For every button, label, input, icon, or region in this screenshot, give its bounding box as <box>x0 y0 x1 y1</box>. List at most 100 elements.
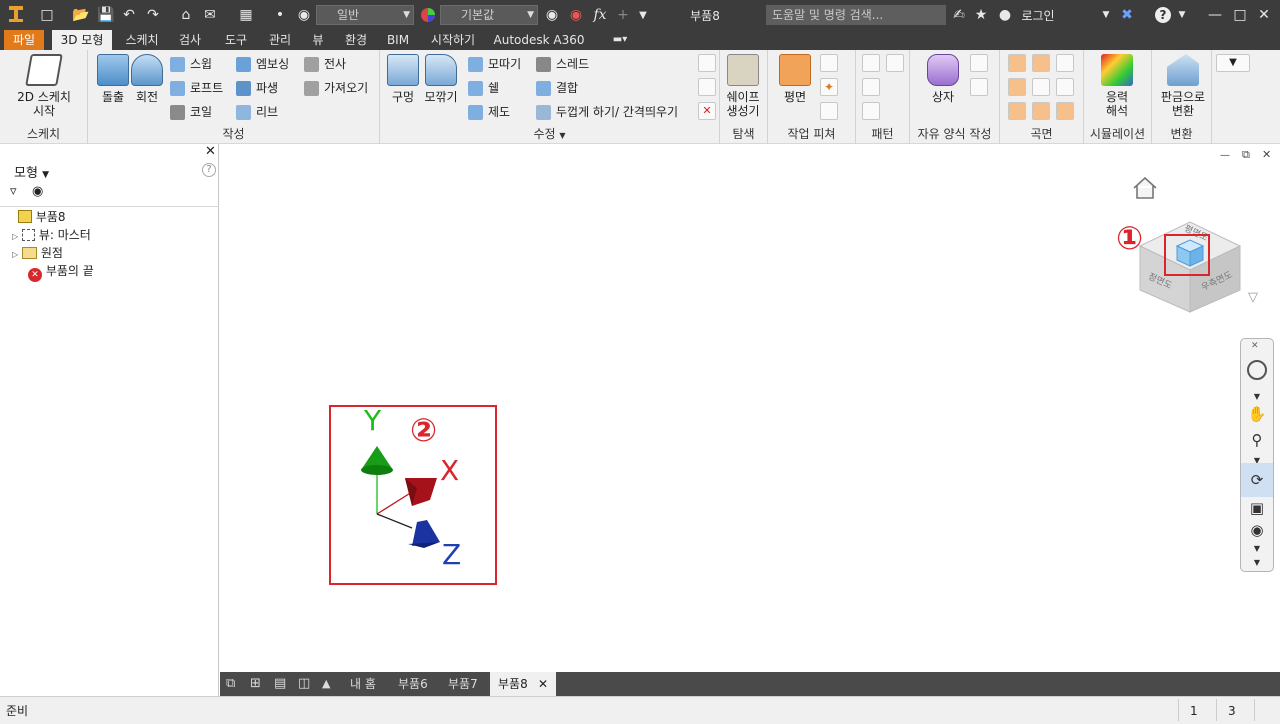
navbar-options-icon[interactable]: ▼ <box>1245 551 1269 573</box>
doc-tab-part6[interactable]: 부품6 <box>390 672 436 696</box>
pan-icon[interactable]: ✋ <box>1245 403 1269 425</box>
expand-icon[interactable]: ▷ <box>12 232 18 241</box>
find-icon[interactable]: ◉ <box>32 184 43 199</box>
ribbon-more-icon[interactable]: ▼ <box>1216 54 1250 72</box>
extend-icon[interactable] <box>1056 78 1074 96</box>
axis-icon[interactable] <box>820 54 838 72</box>
viewport-close-icon[interactable]: ✕ <box>1262 148 1271 161</box>
emboss-button[interactable]: 엠보싱 <box>234 54 289 74</box>
delete-face-icon[interactable]: ✕ <box>698 102 716 120</box>
freeform-convert-icon[interactable] <box>970 78 988 96</box>
satellite-icon[interactable]: ✍ <box>950 5 968 25</box>
star-icon[interactable]: ★ <box>972 5 990 25</box>
tile-grid-icon[interactable]: ⊞ <box>246 672 265 696</box>
help-chevron-icon[interactable]: ▼ <box>1176 5 1188 25</box>
color-wheel-icon[interactable] <box>418 5 438 25</box>
chamfer-button[interactable]: 모따기 <box>466 54 521 74</box>
combine-button[interactable]: 결합 <box>534 78 578 98</box>
orbit-icon[interactable]: ⟳ <box>1241 463 1273 497</box>
tab-getting-started[interactable]: 시작하기 <box>422 30 484 50</box>
sweep-button[interactable]: 스윕 <box>168 54 212 74</box>
minimize-icon[interactable]: — <box>1204 5 1226 25</box>
tab-3d-model[interactable]: 3D 모형 <box>52 30 112 50</box>
close-icon[interactable]: ✕ <box>1254 5 1274 25</box>
fx-icon[interactable]: fx <box>590 5 610 25</box>
start-2d-sketch-button[interactable]: 2D 스케치 시작 <box>10 54 78 118</box>
thread-button[interactable]: 스레드 <box>534 54 589 74</box>
tree-item-view[interactable]: ▷ 뷰: 마스터 <box>12 226 91 244</box>
redo-icon[interactable]: ↷ <box>144 5 162 25</box>
exchange-icon[interactable]: ✖ <box>1118 5 1136 25</box>
browser-help-icon[interactable]: ? <box>202 163 216 177</box>
viewport-restore-icon[interactable]: ⧉ <box>1242 148 1250 162</box>
decal-button[interactable]: 전사 <box>302 54 346 74</box>
doc-tab-part7[interactable]: 부품7 <box>440 672 486 696</box>
sketch-pattern-icon[interactable] <box>862 102 880 120</box>
graphics-window[interactable]: — ⧉ ✕ 평면도 정면도 우측면도 ① ▽ ② Y X Z <box>220 144 1280 672</box>
derive-button[interactable]: 파생 <box>234 78 278 98</box>
shape-generator-button[interactable]: 쉐이프 생성기 <box>720 54 766 118</box>
sculpt-icon[interactable] <box>1056 54 1074 72</box>
direct-edit-icon[interactable] <box>698 78 716 96</box>
help-search-input[interactable]: 도움말 및 명령 검색... <box>766 5 946 25</box>
freeform-edit-icon[interactable] <box>970 54 988 72</box>
select-icon[interactable]: ▦ <box>236 5 256 25</box>
viewport-minimize-icon[interactable]: — <box>1220 150 1230 161</box>
box-button[interactable]: 상자 <box>920 54 966 104</box>
tab-view[interactable]: 뷰 <box>306 30 330 50</box>
stress-analysis-button[interactable]: 응력 해석 <box>1094 54 1140 118</box>
split-icon[interactable] <box>698 54 716 72</box>
close-tab-icon[interactable]: ✕ <box>538 672 548 696</box>
fillet-button[interactable]: 모깎기 <box>418 54 464 104</box>
revolve-button[interactable]: 회전 <box>124 54 170 104</box>
zoom-icon[interactable]: ⚲ <box>1245 429 1269 451</box>
maximize-icon[interactable]: □ <box>1230 5 1250 25</box>
draft-button[interactable]: 제도 <box>466 102 510 122</box>
import-button[interactable]: 가져오기 <box>302 78 368 98</box>
thicken-button[interactable]: 두껍게 하기/ 간격띄우기 <box>534 102 678 122</box>
tab-manage[interactable]: 관리 <box>262 30 298 50</box>
steering-wheel-icon[interactable] <box>1245 359 1269 381</box>
login-button[interactable]: 로그인 <box>1016 5 1060 25</box>
tab-inspect[interactable]: 검사 <box>172 30 208 50</box>
view-face-icon[interactable]: ▣ <box>1245 497 1269 519</box>
update-icon[interactable]: ✉ <box>200 5 220 25</box>
doc-tab-part8[interactable]: 부품8 ✕ <box>490 672 556 696</box>
trim-icon[interactable] <box>1032 78 1050 96</box>
tile-horizontal-icon[interactable]: ▤ <box>270 672 290 696</box>
circular-pattern-icon[interactable] <box>862 78 880 96</box>
ucs-icon[interactable] <box>820 102 838 120</box>
loft-button[interactable]: 로프트 <box>168 78 223 98</box>
point-icon[interactable]: ✦ <box>820 78 838 96</box>
tab-sketch[interactable]: 스케치 <box>118 30 166 50</box>
fit-mesh-icon[interactable] <box>1056 102 1074 120</box>
coil-button[interactable]: 코일 <box>168 102 212 122</box>
material-combo[interactable]: 기본값 ▼ <box>440 5 538 25</box>
adjust-appearance-icon[interactable]: ◉ <box>542 5 562 25</box>
navbar-close-icon[interactable]: ✕ <box>1251 341 1259 351</box>
convert-sheetmetal-button[interactable]: 판금으로 변환 <box>1158 54 1208 118</box>
shell-button[interactable]: 쉘 <box>466 78 499 98</box>
tile-cascade-icon[interactable]: ⧉ <box>222 672 239 696</box>
plus-icon[interactable]: + <box>614 5 632 25</box>
open-folder-icon[interactable]: 📂 <box>70 5 92 25</box>
viewcube-menu-icon[interactable]: ▽ <box>1248 290 1258 305</box>
tab-bim[interactable]: BIM <box>382 30 414 50</box>
repair-icon[interactable] <box>1032 102 1050 120</box>
measure-icon[interactable]: • <box>270 5 290 25</box>
tab-environment[interactable]: 환경 <box>338 30 374 50</box>
style-combo[interactable]: 일반 ▼ <box>316 5 414 25</box>
appearance-icon[interactable]: ◉ <box>294 5 314 25</box>
browser-close-icon[interactable]: ✕ <box>205 144 216 159</box>
login-chevron-icon[interactable]: ▼ <box>1100 5 1112 25</box>
rect-pattern-icon[interactable] <box>862 54 880 72</box>
undo-icon[interactable]: ↶ <box>120 5 138 25</box>
plane-button[interactable]: 평면 <box>772 54 818 104</box>
clear-appearance-icon[interactable]: ◉ <box>566 5 586 25</box>
app-logo-icon[interactable] <box>4 5 28 25</box>
rib-button[interactable]: 리브 <box>234 102 278 122</box>
tile-vertical-icon[interactable]: ◫ <box>294 672 314 696</box>
home-icon[interactable]: ⌂ <box>176 5 196 25</box>
browser-header[interactable]: 모형 ▼ <box>14 162 49 181</box>
replace-face-icon[interactable] <box>1008 102 1026 120</box>
